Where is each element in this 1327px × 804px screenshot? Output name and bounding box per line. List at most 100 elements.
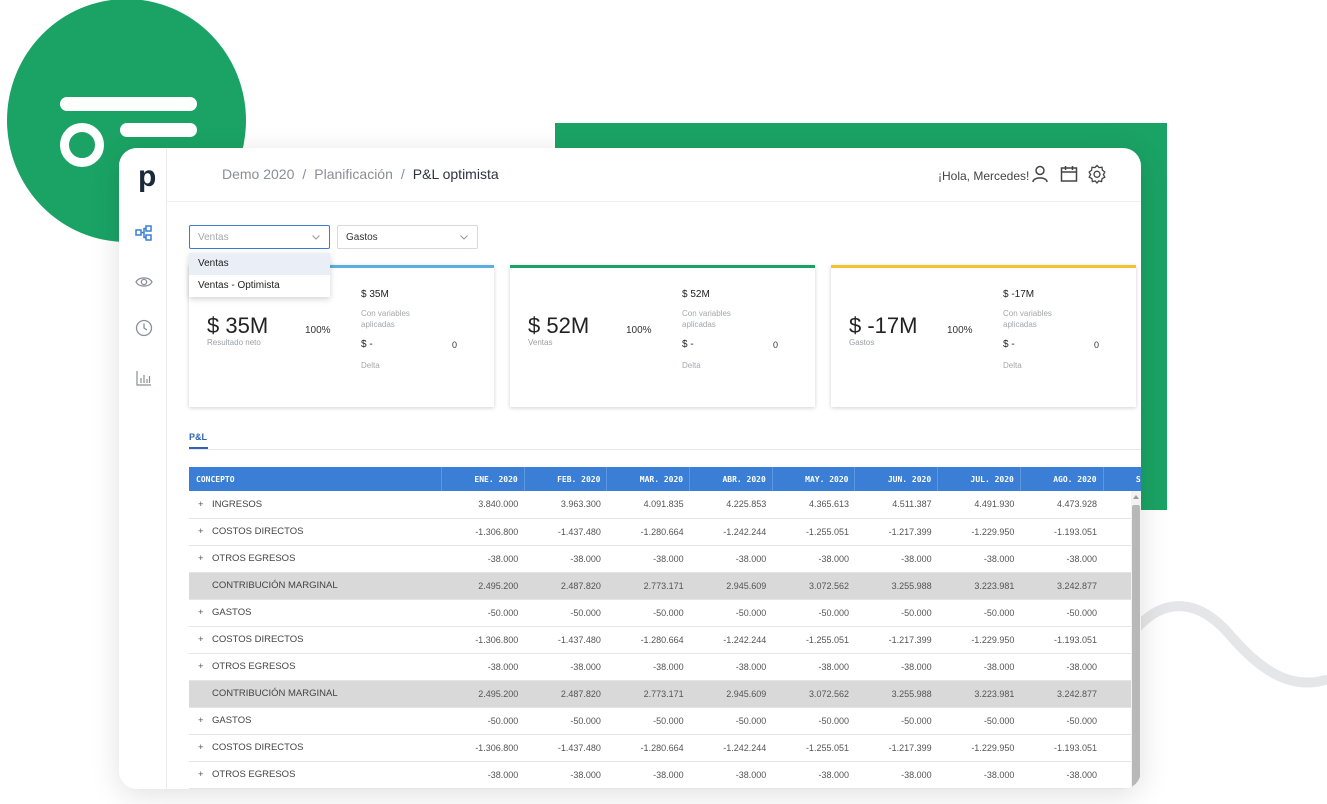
table-cell: -38.000 [606,761,690,789]
column-header-month[interactable]: MAR. 2020 [606,467,691,491]
app-window: p Demo 2020/Planificación / P&L optimista … [119,148,1141,789]
row-concept: + OTROS EGRESOS [189,545,442,573]
table-cell: -1.437.480 [524,626,607,654]
table-scrollbar[interactable] [1131,491,1141,789]
calendar-icon[interactable] [1059,164,1079,184]
table-cell: -1.255.051 [772,734,855,762]
scrollbar-thumb[interactable] [1132,505,1140,789]
table-cell: -1.193.051 [1020,518,1104,546]
table-row[interactable]: + OTROS EGRESOS -38.000 -38.000 -38.000 -38.0… [189,653,1141,681]
table-cell: 4.091.835 [606,491,690,519]
table-row[interactable]: + OTROS EGRESOS -38.000 -38.000 -38.000 -38.0… [189,545,1141,573]
table-cell: 4.473.928 [1020,491,1104,519]
scroll-up-icon[interactable] [1132,493,1140,501]
row-label: CONTRIBUCIÓN MARGINAL [212,580,338,591]
row-concept: + OTROS EGRESOS [189,653,442,681]
table-cell: -50.000 [937,707,1021,735]
app-logo[interactable]: p [138,162,156,192]
expand-plus-icon[interactable]: + [198,742,212,753]
table-cell: 3.255.988 [854,680,938,708]
bar-chart-icon[interactable] [135,369,153,387]
row-concept: + COSTOS DIRECTOS [189,518,442,546]
card-adjusted-label: Con variables aplicadas [682,309,731,329]
table-cell: 2.945.609 [689,572,773,600]
table-cell: -38.000 [689,545,773,573]
row-concept: + OTROS EGRESOS [189,761,442,789]
table-row[interactable]: + GASTOS -50.000 -50.000 -50.000 -50.000 -50.0… [189,707,1141,735]
breadcrumb-item-project[interactable]: Demo 2020 [222,166,294,182]
ventas-select[interactable]: Ventas [189,225,330,249]
hierarchy-icon[interactable] [135,224,153,242]
expand-plus-icon[interactable]: + [198,715,212,726]
card-adjusted-value: $ -17M [1003,289,1035,300]
row-label: COSTOS DIRECTOS [212,634,304,645]
expand-plus-icon[interactable]: + [198,634,212,645]
table-cell: -38.000 [1020,761,1104,789]
card-delta-value: $ - [682,339,694,350]
eye-icon[interactable] [135,273,153,291]
table-cell: -1.229.950 [937,518,1021,546]
expand-plus-icon[interactable]: + [198,661,212,672]
row-label: GASTOS [212,715,252,726]
column-header-concepto[interactable]: CONCEPTO [189,467,443,491]
expand-plus-icon[interactable]: + [198,607,212,618]
card-delta-count: 0 [773,340,779,350]
column-header-month[interactable]: FEB. 2020 [524,467,608,491]
column-header-month[interactable]: MAY. 2020 [772,467,856,491]
column-header-month[interactable]: JUN. 2020 [854,467,939,491]
breadcrumb-item-section[interactable]: Planificación [314,166,393,182]
row-concept: + COSTOS DIRECTOS [189,626,442,654]
table-row[interactable]: + COSTOS DIRECTOS -1.306.800 -1.437.480 -1.2… [189,518,1141,546]
expand-plus-icon[interactable]: + [198,499,212,510]
table-row[interactable]: + COSTOS DIRECTOS -1.306.800 -1.437.480 -1.2… [189,734,1141,762]
table-cell: -38.000 [772,761,855,789]
tab-pl[interactable]: P&L [189,432,207,442]
expand-plus-icon[interactable]: + [198,526,212,537]
table-cell: -50.000 [689,599,773,627]
table-row[interactable]: + GASTOS -50.000 -50.000 -50.000 -50.000 -50.0… [189,599,1141,627]
table-cell: 4.225.853 [689,491,773,519]
table-cell: -1.437.480 [524,518,607,546]
gear-icon[interactable] [1087,164,1107,184]
table-cell: -1.306.800 [441,518,525,546]
breadcrumb-item-current: P&L optimista [412,166,499,182]
table-cell: -1.229.950 [937,734,1021,762]
table-cell: -38.000 [524,653,607,681]
row-label: COSTOS DIRECTOS [212,526,304,537]
kpi-card-gastos: $ -17M Gastos 100% $ -17M Con variables … [831,265,1136,407]
row-concept: + GASTOS [189,707,442,735]
card-delta-value: $ - [1003,339,1015,350]
gastos-select[interactable]: Gastos [337,225,478,249]
chevron-down-icon [312,235,320,240]
table-cell: -1.242.244 [689,626,773,654]
table-cell: -38.000 [524,545,607,573]
row-label: INGRESOS [212,498,263,510]
row-concept: + GASTOS [189,599,442,627]
decorative-wave [1130,601,1327,688]
table-cell: 3.072.562 [772,680,855,708]
dropdown-option-ventas-optimista[interactable]: Ventas - Optimista [189,275,330,297]
column-header-month[interactable]: ENE. 2020 [441,467,525,491]
greeting-text: ¡Hola, Mercedes! [938,169,1030,183]
expand-plus-icon[interactable]: + [198,553,212,564]
table-row[interactable]: + COSTOS DIRECTOS -1.306.800 -1.437.480 -1.2… [189,626,1141,654]
table-cell: -38.000 [689,761,773,789]
dropdown-option-ventas[interactable]: Ventas [189,253,330,275]
table-cell: 2.945.609 [689,680,773,708]
user-icon[interactable] [1030,164,1050,184]
column-header-month[interactable]: SEP. 2020 [1103,467,1141,491]
table-cell: -50.000 [937,599,1021,627]
card-adjusted-value: $ 35M [361,289,389,300]
expand-plus-icon[interactable]: + [198,769,212,780]
table-cell: -1.306.800 [441,734,525,762]
pl-table: CONCEPTO ENE. 2020 FEB. 2020 MAR. 2020 ABR. … [189,467,1141,789]
column-header-month[interactable]: ABR. 2020 [689,467,773,491]
table-cell: 3.963.300 [524,491,607,519]
table-cell: -38.000 [524,761,607,789]
table-row[interactable]: + OTROS EGRESOS -38.000 -38.000 -38.000 -38.0… [189,761,1141,789]
column-header-month[interactable]: AGO. 2020 [1020,467,1104,491]
column-header-month[interactable]: JUL. 2020 [937,467,1021,491]
clock-icon[interactable] [135,319,153,337]
table-row[interactable]: + INGRESOS 3.840.000 3.963.300 4.091.835 4.22… [189,491,1141,519]
table-cell: -1.217.399 [854,734,938,762]
